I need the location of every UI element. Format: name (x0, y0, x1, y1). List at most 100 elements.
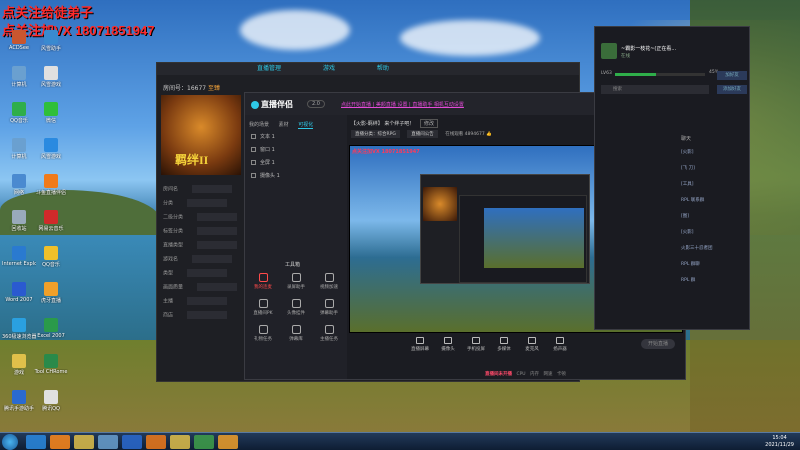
desktop-icon[interactable]: 虎牙直播 (34, 282, 68, 304)
desktop-icon[interactable]: 计算机 (2, 138, 36, 160)
form-field[interactable] (197, 283, 238, 291)
desktop-icon[interactable]: 风雪游戏 (34, 66, 68, 88)
taskbar-clock[interactable]: 15:04 2021/11/29 (765, 435, 794, 449)
desktop-icon[interactable]: 风雪游戏 (34, 138, 68, 160)
desktop-icon[interactable]: Internet Explorer (2, 246, 36, 267)
desktop-icon[interactable]: 腾讯QQ (34, 390, 68, 412)
qq-status[interactable]: 在线 (621, 53, 630, 59)
desktop-icon[interactable]: 游戏 (2, 354, 36, 376)
desktop-icon[interactable]: Word 2007 (2, 282, 36, 303)
desktop-icon[interactable]: 斗鱼直播伴侣 (34, 174, 68, 196)
desktop-icon[interactable]: 腾讯手游助手 (2, 390, 36, 412)
desktop-icon[interactable]: 微信 (34, 102, 68, 124)
source-button[interactable]: 麦克风 (519, 337, 545, 352)
form-field[interactable] (187, 269, 228, 277)
scene-item[interactable]: 文本 1 (251, 133, 280, 140)
status-lag: 卡顿 (556, 372, 566, 377)
taskbar-app[interactable] (194, 435, 214, 449)
live-tool-item[interactable]: 弹幕库 (280, 325, 312, 342)
checkbox[interactable] (251, 147, 256, 152)
edit-title-button[interactable]: 修改 (420, 119, 439, 128)
live-tool-item[interactable]: 我的连麦 (247, 273, 279, 290)
qq-window[interactable]: ~霸影一枝花~(正在看... 在线 LV63 45% 加好友 添加好友 搜索 聊… (594, 26, 750, 330)
desktop-icon[interactable]: QQ音乐 (34, 246, 68, 268)
desktop-icon[interactable]: 网络 (2, 174, 36, 196)
taskbar-app[interactable] (98, 435, 118, 449)
qq-contact[interactable]: [火影] (681, 149, 694, 155)
form-field[interactable] (197, 227, 238, 235)
form-field[interactable] (187, 311, 228, 319)
qq-search-input[interactable]: 搜索 (601, 85, 709, 94)
taskbar-app[interactable] (74, 435, 94, 449)
source-button[interactable]: 摄像头 (435, 337, 461, 352)
avatar[interactable] (601, 43, 617, 59)
qq-contact[interactable]: [工具] (681, 181, 694, 187)
form-row: 直播类型 (163, 241, 238, 249)
form-field[interactable] (197, 213, 238, 221)
desktop-icon[interactable]: 网易云音乐 (34, 210, 68, 232)
source-button[interactable]: 手机投屏 (463, 337, 489, 352)
desktop-icon[interactable]: 回收站 (2, 210, 36, 232)
desktop-icon[interactable]: 360极速浏览器 (2, 318, 36, 340)
platform-titlebar[interactable]: 直播管理 游戏 帮助 (157, 63, 579, 75)
scene-item[interactable]: 摄像头 1 (251, 172, 280, 179)
desktop-icon[interactable]: ACDSee (2, 30, 36, 51)
desktop-icon[interactable]: Tool CHRome (34, 354, 68, 375)
tab-my-scenes[interactable]: 我的场景 (249, 122, 269, 128)
checkbox[interactable] (251, 134, 256, 139)
toolbox-title: 工具箱 (285, 262, 301, 268)
notice-link[interactable]: 点此开始直播 | 美颜直播 设置 | 直播助手 相机互动设置 (341, 101, 464, 108)
qq-contact[interactable]: RPL 群 (681, 277, 695, 283)
tab-visual[interactable]: 可视化 (298, 122, 314, 129)
qq-contact[interactable]: RPL 联系群 (681, 197, 704, 203)
source-button[interactable]: 直播屏幕 (407, 337, 433, 352)
desktop-icon[interactable]: 计算机 (2, 66, 36, 88)
taskbar-app[interactable] (26, 435, 46, 449)
source-button[interactable]: 扬声器 (547, 337, 573, 352)
qq-contact[interactable]: 火影三十忍者团 (681, 245, 713, 251)
category-pill[interactable]: 直播分类：综合RPG (351, 130, 400, 138)
qq-contact[interactable]: [飞 刀] (681, 165, 695, 171)
qq-group-header[interactable]: 聊天 (681, 135, 691, 142)
tool-icon (258, 299, 268, 308)
start-live-button[interactable]: 开始直播 (641, 339, 675, 349)
tab-material[interactable]: 素材 (279, 122, 289, 128)
desktop-icon[interactable]: QQ音乐 (2, 102, 36, 124)
taskbar-app[interactable] (218, 435, 238, 449)
form-field[interactable] (187, 297, 228, 305)
qq-contact[interactable]: [火影] (681, 229, 694, 235)
taskbar-app[interactable] (122, 435, 142, 449)
form-field[interactable] (192, 185, 233, 193)
checkbox[interactable] (251, 160, 256, 165)
platform-tab-2[interactable]: 游戏 (323, 65, 335, 72)
platform-tab-1[interactable]: 直播管理 (257, 65, 281, 72)
checkbox[interactable] (251, 173, 256, 178)
live-tool-item[interactable]: 直播间PK (247, 299, 279, 316)
live-tool-item[interactable]: 录屏助手 (280, 273, 312, 290)
qq-contact[interactable]: [图] (681, 213, 689, 219)
taskbar-app[interactable] (170, 435, 190, 449)
live-tool-item[interactable]: 头像挂件 (280, 299, 312, 316)
live-tool-item[interactable]: 视频加速 (313, 273, 345, 290)
live-tool-item[interactable]: 主播任务 (313, 325, 345, 342)
add-friend-button[interactable]: 加好友 (717, 71, 747, 80)
live-tool-item[interactable]: 弹幕助手 (313, 299, 345, 316)
qq-contact[interactable]: RPL 群聊 (681, 261, 700, 267)
scene-item[interactable]: 窗口 1 (251, 146, 280, 153)
desktop-icon[interactable]: Excel 2007 (34, 318, 68, 339)
form-field[interactable] (192, 255, 233, 263)
platform-tab-3[interactable]: 帮助 (377, 65, 389, 72)
source-button[interactable]: 多媒体 (491, 337, 517, 352)
notice-pill[interactable]: 直播间公告 (407, 130, 438, 138)
version-badge[interactable]: 2.0 (307, 100, 325, 108)
scene-item[interactable]: 全屏 1 (251, 159, 280, 166)
taskbar-app[interactable] (50, 435, 70, 449)
start-button[interactable] (2, 434, 18, 450)
form-field[interactable] (187, 199, 228, 207)
form-field[interactable] (197, 241, 238, 249)
add-contact-button[interactable]: 添加好友 (717, 85, 747, 94)
desktop-icon[interactable]: 风雪助手 (34, 30, 68, 52)
live-tool-item[interactable]: 礼物任务 (247, 325, 279, 342)
taskbar-app[interactable] (146, 435, 166, 449)
tool-label: 我的连麦 (254, 285, 272, 290)
